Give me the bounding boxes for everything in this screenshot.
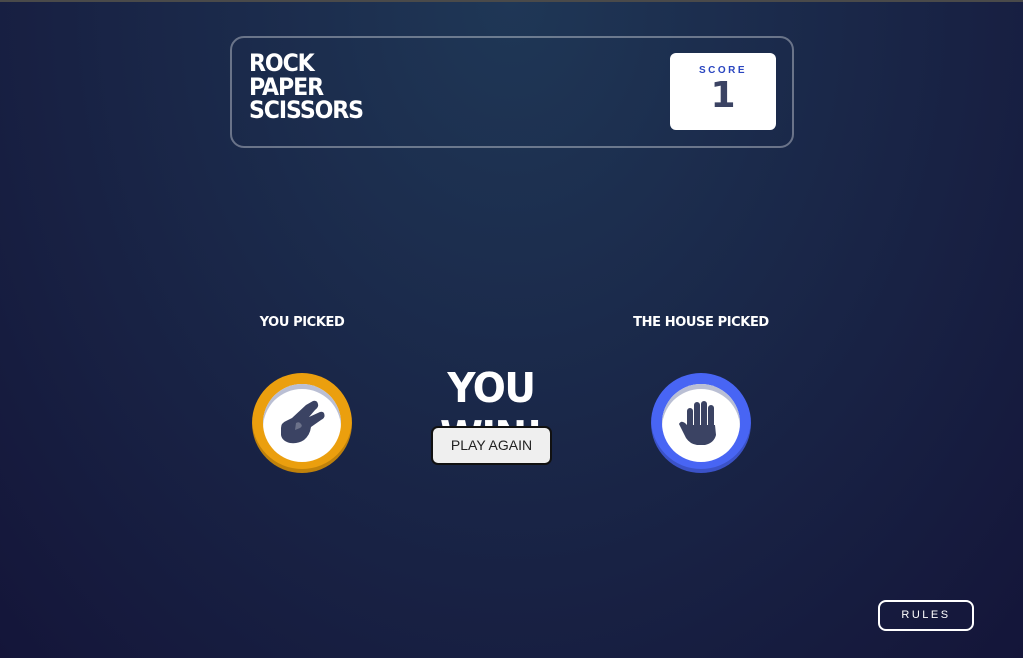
title-line-rock: ROCK (249, 49, 315, 77)
player-token-face (263, 384, 341, 462)
house-choice-token (651, 373, 751, 473)
title-line-scissors: SCISSORS (249, 96, 364, 124)
player-pick-label: YOU PICKED (259, 315, 345, 330)
paper-hand-icon (679, 401, 716, 445)
game-title: ROCK PAPER SCISSORS (249, 49, 364, 124)
rules-button[interactable]: RULES (878, 600, 974, 631)
scissors-hand-icon (281, 400, 325, 444)
house-token-face (662, 384, 740, 462)
play-again-button[interactable]: PLAY AGAIN (431, 426, 552, 465)
header-panel: ROCK PAPER SCISSORS SCORE 1 (230, 36, 794, 148)
player-choice-token (252, 373, 352, 473)
score-value: 1 (710, 75, 736, 116)
score-box: SCORE 1 (670, 53, 776, 130)
house-pick-label: THE HOUSE PICKED (633, 315, 769, 330)
